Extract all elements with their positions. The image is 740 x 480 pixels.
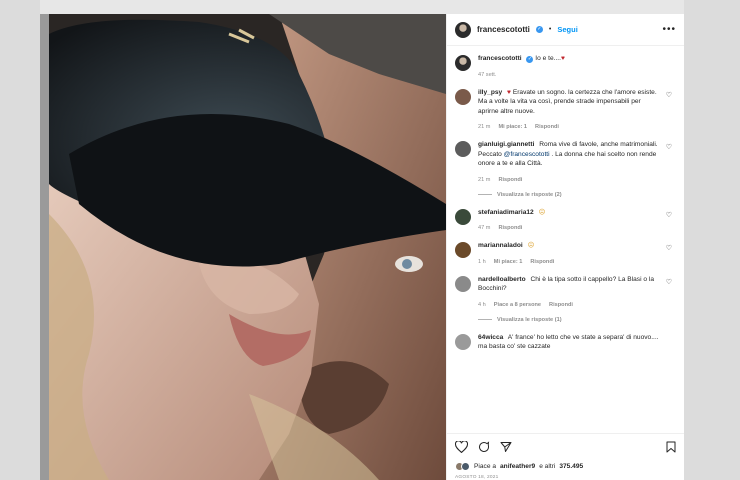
comment-username[interactable]: stefaniadimaria12 (478, 209, 534, 216)
comment-avatar[interactable] (455, 275, 471, 292)
caption-username[interactable]: francescototti (478, 55, 522, 62)
comments-list: francescototti ✓ Io e te....♥ 47 sett. i… (447, 46, 684, 433)
comment-like-heart-icon[interactable]: ♡ (666, 143, 672, 151)
liker-avatars (455, 461, 470, 471)
comment-item: mariannaladoi ☹ 1 h Mi piace: 1 Rispondi… (455, 241, 676, 265)
likes-summary[interactable]: Piace a anifeather9 e altri 375.495 (447, 459, 684, 473)
comment-emoji: ☹ (527, 242, 535, 249)
comment-like-heart-icon[interactable]: ♡ (666, 91, 672, 99)
heart-icon[interactable] (455, 440, 468, 453)
comment-likes-link[interactable]: Mi piace: 1 (498, 124, 527, 130)
comment-reply-button[interactable]: Rispondi (498, 225, 522, 231)
comment-time: 1 h (478, 258, 486, 265)
comment-mention-link[interactable]: @francescototti (504, 151, 550, 158)
post-sidebar: francescototti ✓ • Segui ••• francescoto… (446, 14, 684, 480)
post-header: francescototti ✓ • Segui ••• (447, 14, 684, 46)
comment-item: nardelloalberto Chi è la tipa sotto il c… (455, 275, 676, 323)
caption-item: francescototti ✓ Io e te....♥ 47 sett. (455, 54, 676, 78)
comment-like-heart-icon[interactable]: ♡ (666, 244, 672, 252)
caption-avatar[interactable] (455, 55, 471, 71)
comment-emoji: ♥ (507, 88, 511, 96)
view-replies-label: Visualizza le risposte (1) (497, 316, 562, 323)
comment-item: illy_psy ♥ Eravate un sogno. la certezza… (455, 88, 676, 130)
comment-text: A' france' ho letto che ve state a separ… (478, 333, 659, 351)
post-photo[interactable] (49, 14, 446, 480)
comment-avatar[interactable] (455, 88, 471, 105)
comment-item: 64wicca A' france' ho letto che ve state… (455, 333, 676, 352)
comment-username[interactable]: illy_psy (478, 89, 502, 96)
comment-emoji: ☹ (538, 208, 546, 216)
author-username[interactable]: francescototti (477, 25, 530, 34)
verified-badge-icon: ✓ (535, 26, 543, 33)
bookmark-icon[interactable] (666, 441, 676, 453)
likes-count[interactable]: 375.495 (559, 463, 583, 470)
comment-username[interactable]: gianluigi.giannetti (478, 141, 534, 148)
comment-avatar[interactable] (455, 333, 471, 350)
post-date: AGOSTO 18, 2021 (455, 475, 499, 480)
comment-avatar[interactable] (455, 242, 471, 258)
likes-user-link[interactable]: anifeather9 (500, 463, 535, 470)
view-replies-label: Visualizza le risposte (2) (497, 191, 562, 198)
comment-avatar[interactable] (455, 208, 471, 225)
backdrop-right (684, 0, 740, 480)
caption-heart-emoji: ♥ (560, 55, 565, 62)
likes-prefix: Piace a (474, 462, 496, 470)
comment-reply-button[interactable]: Rispondi (535, 124, 559, 130)
more-options-icon[interactable]: ••• (662, 24, 676, 35)
caption-text: Io e te.... (535, 55, 561, 62)
comment-reply-button[interactable]: Rispondi (498, 177, 522, 183)
comment-likes-link[interactable]: Piace a 8 persone (494, 302, 541, 308)
caption-time: 47 sett. (478, 71, 497, 78)
liker-avatar (461, 461, 470, 471)
share-icon[interactable] (500, 441, 512, 453)
backdrop-left (0, 0, 40, 480)
comment-time: 21 m (478, 124, 491, 130)
view-replies-button[interactable]: Visualizza le risposte (1) (478, 317, 662, 323)
comment-like-heart-icon[interactable]: ♡ (666, 211, 672, 219)
comment-reply-button[interactable]: Rispondi (549, 302, 573, 308)
comment-time: 21 m (478, 176, 491, 183)
replies-divider (478, 319, 492, 320)
view-replies-button[interactable]: Visualizza le risposte (2) (478, 192, 662, 198)
comment-username[interactable]: mariannaladoi (478, 242, 523, 249)
comment-like-heart-icon[interactable]: ♡ (666, 278, 672, 286)
comment-username[interactable]: nardelloalberto (478, 276, 526, 283)
post-actions-bar (447, 433, 684, 459)
header-separator: • (548, 26, 552, 33)
comment-avatar[interactable] (455, 141, 471, 157)
comment-likes-link[interactable]: Mi piace: 1 (494, 259, 523, 265)
comment-icon[interactable] (478, 440, 490, 453)
replies-divider (478, 194, 492, 195)
post-modal: francescototti ✓ • Segui ••• francescoto… (49, 14, 684, 480)
likes-middle: e altri (539, 462, 556, 470)
comment-text: Eravate un sogno. la certezza che l'amor… (478, 88, 657, 115)
comment-time: 4 h (478, 301, 486, 308)
comment-item: gianluigi.giannetti Roma vive di favole,… (455, 140, 676, 198)
comment-time: 47 m (478, 225, 491, 231)
comment-username[interactable]: 64wicca (478, 334, 503, 341)
comment-item: stefaniadimaria12 ☹ 47 m Rispondi ♡ (455, 208, 676, 231)
follow-button[interactable]: Segui (557, 25, 577, 34)
author-avatar[interactable] (455, 21, 471, 38)
comment-reply-button[interactable]: Rispondi (530, 259, 554, 265)
verified-badge-icon: ✓ (526, 56, 534, 63)
